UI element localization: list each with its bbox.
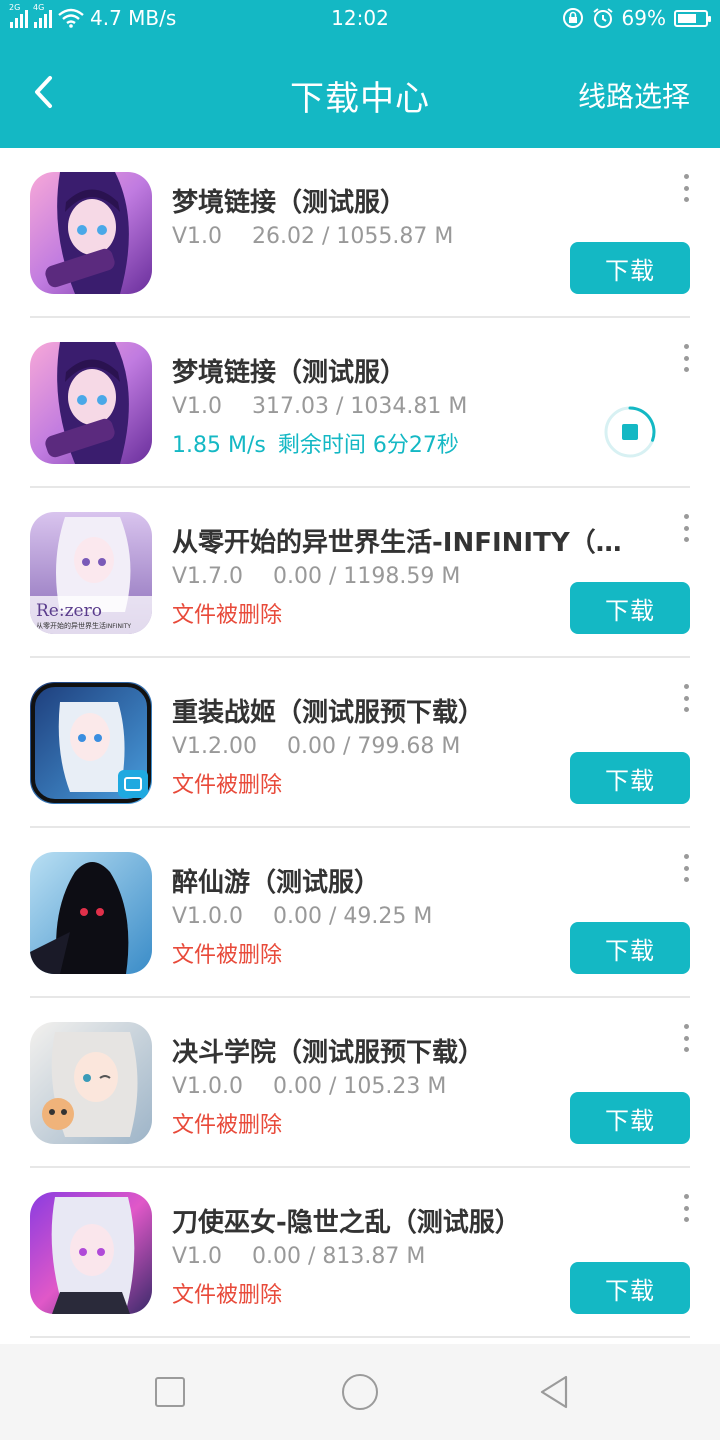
download-button[interactable]: 下载 xyxy=(570,1262,690,1314)
download-item: 刀使巫女-隐世之乱（测试服） V1.0 0.00 / 813.87 M 文件被删除… xyxy=(0,1168,720,1338)
game-meta: V1.0 0.00 / 813.87 M xyxy=(172,1244,425,1269)
top-bar: 2G 4G 4.7 MB/s 12:02 69% 下载中心 线路选择 xyxy=(0,0,720,148)
game-art-icon xyxy=(30,1022,152,1144)
header: 下载中心 线路选择 xyxy=(0,38,720,148)
download-size: 317.03 / 1034.81 M xyxy=(252,394,468,419)
game-version: V1.0 xyxy=(172,1244,223,1269)
download-button[interactable]: 下载 xyxy=(570,752,690,804)
battery-percent: 69% xyxy=(621,6,666,30)
download-button[interactable]: 下载 xyxy=(570,242,690,294)
more-menu-button[interactable] xyxy=(676,1024,696,1052)
file-deleted-status: 文件被删除 xyxy=(172,1283,283,1308)
game-name: 梦境链接（测试服） xyxy=(172,358,407,388)
game-version: V1.7.0 xyxy=(172,564,244,589)
game-art-icon xyxy=(30,682,152,804)
system-nav-bar xyxy=(0,1344,720,1440)
game-version: V1.0.0 xyxy=(172,904,244,929)
game-art-icon: Re:zero 从零开始的异世界生活 INFINITY xyxy=(30,512,152,634)
download-item: 重装战姬（测试服预下载） V1.2.00 0.00 / 799.68 M 文件被删… xyxy=(0,658,720,828)
download-size: 0.00 / 49.25 M xyxy=(273,904,433,929)
file-deleted-status: 文件被删除 xyxy=(172,773,283,798)
download-item: 醉仙游（测试服） V1.0.0 0.00 / 49.25 M 文件被删除 下载 xyxy=(0,828,720,998)
game-version: V1.0.0 xyxy=(172,1074,244,1099)
game-icon[interactable] xyxy=(30,852,152,974)
more-menu-button[interactable] xyxy=(676,1194,696,1222)
game-version: V1.2.00 xyxy=(172,734,258,759)
game-icon[interactable] xyxy=(30,1192,152,1314)
download-size: 0.00 / 1198.59 M xyxy=(273,564,461,589)
game-art-icon xyxy=(30,852,152,974)
game-name: 刀使巫女-隐世之乱（测试服） xyxy=(172,1208,521,1238)
game-name: 醉仙游（测试服） xyxy=(172,868,381,898)
download-item: Re:zero 从零开始的异世界生活 INFINITY 从零开始的异世界生活-I… xyxy=(0,488,720,658)
game-name: 从零开始的异世界生活-INFINITY（测试服） xyxy=(172,528,632,558)
game-meta: V1.2.00 0.00 / 799.68 M xyxy=(172,734,460,759)
game-icon[interactable] xyxy=(30,342,152,464)
download-button[interactable]: 下载 xyxy=(570,582,690,634)
download-size: 0.00 / 813.87 M xyxy=(252,1244,426,1269)
battery-fill xyxy=(678,13,696,23)
rezero-logo-sub: 从零开始的异世界生活 xyxy=(36,621,106,630)
download-list: 梦境链接（测试服） V1.0 26.02 / 1055.87 M 下载 梦境链接… xyxy=(0,148,720,1344)
download-item: 决斗学院（测试服预下载） V1.0.0 0.00 / 105.23 M 文件被删除… xyxy=(0,998,720,1168)
route-select-button[interactable]: 线路选择 xyxy=(578,75,690,115)
game-version: V1.0 xyxy=(172,224,223,249)
remaining-time: 剩余时间 6分27秒 xyxy=(277,433,459,458)
file-deleted-status: 文件被删除 xyxy=(172,943,283,968)
game-name: 梦境链接（测试服） xyxy=(172,188,407,218)
battery-icon xyxy=(674,9,711,27)
game-meta: V1.7.0 0.00 / 1198.59 M xyxy=(172,564,460,589)
rezero-logo-infinity: INFINITY xyxy=(106,623,131,630)
download-progress-text: 1.85 M/s 剩余时间 6分27秒 xyxy=(172,427,459,459)
back-nav-button[interactable] xyxy=(536,1373,574,1411)
game-version: V1.0 xyxy=(172,394,223,419)
game-icon[interactable] xyxy=(30,1022,152,1144)
download-item: 梦境链接（测试服） V1.0 26.02 / 1055.87 M 下载 xyxy=(0,148,720,318)
game-icon[interactable] xyxy=(30,682,152,804)
game-meta: V1.0 317.03 / 1034.81 M xyxy=(172,394,467,419)
more-menu-button[interactable] xyxy=(676,174,696,202)
status-right: 69% xyxy=(562,6,711,30)
pause-button[interactable] xyxy=(603,405,657,459)
file-deleted-status: 文件被删除 xyxy=(172,603,283,628)
game-icon[interactable]: Re:zero 从零开始的异世界生活 INFINITY xyxy=(30,512,152,634)
game-meta: V1.0 26.02 / 1055.87 M xyxy=(172,224,453,249)
game-name: 重装战姬（测试服预下载） xyxy=(172,698,485,728)
download-item: 梦境链接（测试服） V1.0 317.03 / 1034.81 M 1.85 M/… xyxy=(0,318,720,488)
download-size: 0.00 / 105.23 M xyxy=(273,1074,447,1099)
download-button[interactable]: 下载 xyxy=(570,922,690,974)
rotation-lock-icon xyxy=(562,8,583,28)
recent-apps-button[interactable] xyxy=(155,1377,185,1407)
download-speed: 1.85 M/s xyxy=(172,433,266,458)
alarm-icon xyxy=(592,8,613,28)
download-size: 0.00 / 799.68 M xyxy=(287,734,461,759)
game-art-icon xyxy=(30,1192,152,1314)
rezero-logo-text: Re:zero xyxy=(36,601,102,621)
game-art-icon xyxy=(30,342,152,464)
file-deleted-status: 文件被删除 xyxy=(172,1113,283,1138)
download-button[interactable]: 下载 xyxy=(570,1092,690,1144)
download-size: 26.02 / 1055.87 M xyxy=(252,224,454,249)
home-button[interactable] xyxy=(342,1374,378,1410)
game-icon[interactable] xyxy=(30,172,152,294)
game-name: 决斗学院（测试服预下载） xyxy=(172,1038,485,1068)
game-meta: V1.0.0 0.00 / 105.23 M xyxy=(172,1074,446,1099)
pause-download-icon xyxy=(604,406,656,458)
game-meta: V1.0.0 0.00 / 49.25 M xyxy=(172,904,432,929)
status-bar: 2G 4G 4.7 MB/s 12:02 69% xyxy=(0,0,720,38)
more-menu-button[interactable] xyxy=(676,854,696,882)
game-art-icon xyxy=(30,172,152,294)
more-menu-button[interactable] xyxy=(676,344,696,372)
more-menu-button[interactable] xyxy=(676,514,696,542)
more-menu-button[interactable] xyxy=(676,684,696,712)
